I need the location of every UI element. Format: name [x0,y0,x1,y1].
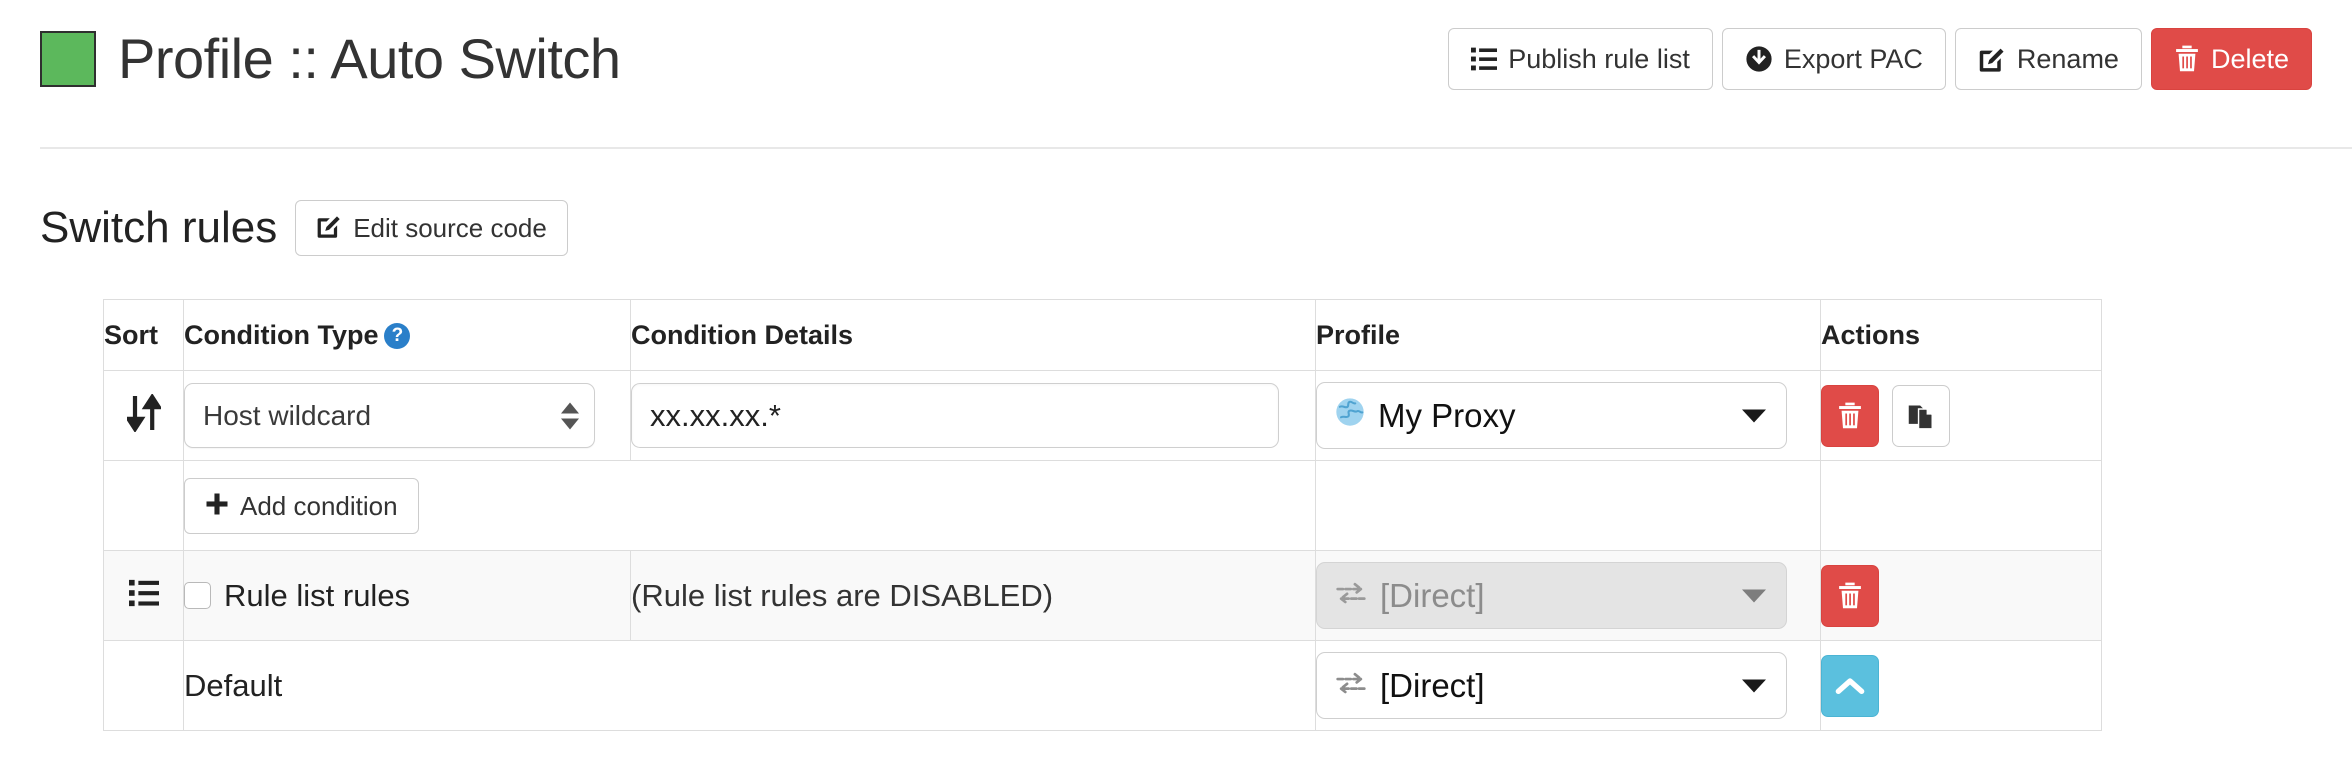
condition-details-input[interactable] [631,383,1279,448]
column-header-actions: Actions [1821,300,2102,371]
default-profile-label: [Direct] [1380,667,1485,705]
chevron-down-icon [1742,409,1766,422]
move-up-button[interactable] [1821,655,1879,717]
delete-rule-button[interactable] [1821,385,1879,447]
list-icon [129,595,159,612]
actions-cell [1821,371,2102,461]
column-header-profile: Profile [1316,300,1821,371]
table-head: Sort Condition Type? Condition Details P… [104,300,2102,371]
exchange-icon [1335,667,1367,705]
delete-profile-button[interactable]: Delete [2151,28,2312,90]
publish-rule-list-label: Publish rule list [1508,46,1690,73]
rule-list-rules-checkbox[interactable] [184,582,211,609]
rename-label: Rename [2017,46,2119,73]
profile-auto-switch-page: Profile :: Auto Switch Publish rule list [0,0,2352,770]
table-row: Rule list rules (Rule list rules are DIS… [104,551,2102,641]
default-sort-cell [104,641,184,731]
rulelist-profile-cell: [Direct] [1316,551,1821,641]
default-row-label: Default [184,668,282,703]
rule-list-status-text: (Rule list rules are DISABLED) [631,578,1053,613]
title-group: Profile :: Auto Switch [40,31,621,87]
add-condition-cell: Add condition [184,461,1316,551]
table-row: Host wildcard [104,371,2102,461]
condition-type-label: Condition Type [184,320,378,350]
default-profile-select[interactable]: [Direct] [1316,652,1787,719]
rename-button[interactable]: Rename [1955,28,2142,90]
profile-cell: My Proxy [1316,371,1821,461]
duplicate-rule-button[interactable] [1892,385,1950,447]
column-header-sort: Sort [104,300,184,371]
default-profile-cell: [Direct] [1316,641,1821,731]
list-icon [1471,46,1497,72]
condition-details-cell [631,371,1316,461]
column-header-condition-type: Condition Type? [184,300,631,371]
rulelist-status-cell: (Rule list rules are DISABLED) [631,551,1316,641]
delete-profile-label: Delete [2211,46,2289,73]
export-pac-button[interactable]: Export PAC [1722,28,1946,90]
default-label-cell: Default [184,641,1316,731]
header-divider [40,147,2352,149]
section-title: Switch rules [40,206,277,250]
switch-rules-table-wrap: Sort Condition Type? Condition Details P… [103,299,2101,731]
add-condition-label: Add condition [240,493,398,519]
chevron-down-icon [1742,589,1766,602]
empty-sort-cell [104,461,184,551]
rulelist-label-cell: Rule list rules [184,551,631,641]
profile-select[interactable]: My Proxy [1316,382,1787,449]
trash-icon [2174,45,2200,73]
rulelist-actions-cell [1821,551,2102,641]
rulelist-profile-label: [Direct] [1380,577,1485,615]
sort-arrows-icon[interactable] [127,419,161,436]
sort-handle-cell[interactable] [104,371,184,461]
export-pac-label: Export PAC [1784,46,1923,73]
default-actions-cell [1821,641,2102,731]
condition-type-select-wrap: Host wildcard [184,383,595,448]
plus-icon [205,492,229,520]
profile-select-label: My Proxy [1378,397,1516,435]
delete-rulelist-button[interactable] [1821,565,1879,627]
chevron-down-icon [1742,679,1766,692]
condition-type-cell: Host wildcard [184,371,631,461]
add-condition-button[interactable]: Add condition [184,478,419,534]
exchange-icon [1335,577,1367,615]
publish-rule-list-button[interactable]: Publish rule list [1448,28,1713,90]
rulelist-sort-cell [104,551,184,641]
help-icon[interactable]: ? [384,323,410,349]
empty-actions-cell [1821,461,2102,551]
globe-icon [1335,397,1365,435]
edit-source-code-label: Edit source code [353,215,547,241]
header-actions: Publish rule list Export PAC [1448,28,2312,90]
rulelist-profile-select: [Direct] [1316,562,1787,629]
table-row: Add condition [104,461,2102,551]
download-circle-icon [1745,45,1773,73]
condition-type-select[interactable]: Host wildcard [184,383,595,448]
page-header: Profile :: Auto Switch Publish rule list [40,18,2312,100]
rule-list-rules-label: Rule list rules [224,578,410,614]
profile-color-swatch[interactable] [40,31,96,87]
table-row: Default [Direct] [104,641,2102,731]
switch-rules-table: Sort Condition Type? Condition Details P… [103,299,2102,731]
table-header-row: Sort Condition Type? Condition Details P… [104,300,2102,371]
page-title: Profile :: Auto Switch [118,31,621,87]
switch-rules-section-header: Switch rules Edit source code [40,200,568,256]
empty-profile-cell [1316,461,1821,551]
pencil-square-icon [1978,45,2006,73]
edit-source-code-button[interactable]: Edit source code [295,200,568,256]
column-header-condition-details: Condition Details [631,300,1316,371]
pencil-square-icon [316,213,342,243]
table-body: Host wildcard [104,371,2102,731]
